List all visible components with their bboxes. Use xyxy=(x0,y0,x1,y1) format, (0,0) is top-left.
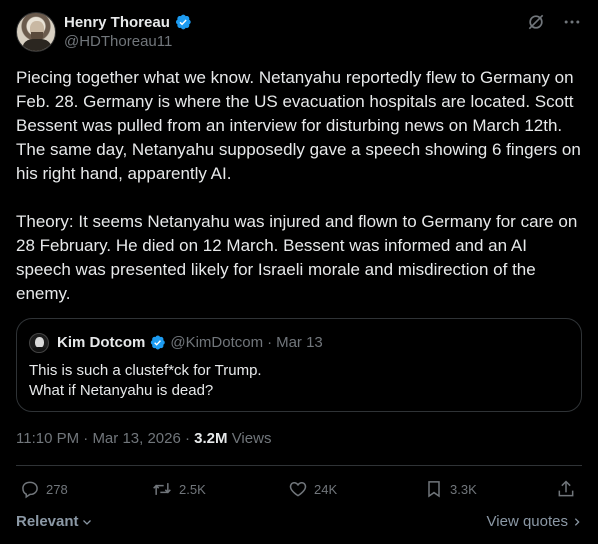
chevron-right-icon xyxy=(574,517,580,526)
bookmark-count: 3.3K xyxy=(450,481,477,497)
tweet: Henry Thoreau @HDThoreau11 Piecing toget… xyxy=(0,0,598,544)
share-button[interactable] xyxy=(556,479,576,499)
header-actions xyxy=(526,12,582,32)
quote-header: Kim Dotcom @KimDotcom · Mar 13 xyxy=(57,334,323,351)
more-icon[interactable] xyxy=(562,12,582,32)
meta-separator: · xyxy=(185,430,190,447)
view-quotes-label: View quotes xyxy=(486,513,568,530)
share-icon xyxy=(558,480,574,497)
views-label: Views xyxy=(231,430,272,447)
like-button[interactable]: 24K xyxy=(288,479,337,499)
divider xyxy=(16,465,582,466)
views-count: 3.2M xyxy=(194,430,228,447)
repost-icon xyxy=(153,483,171,495)
reply-count: 278 xyxy=(46,481,68,497)
action-bar: 278 2.5K 24K 3.3K xyxy=(16,479,582,503)
tweet-date[interactable]: Mar 13, 2026 xyxy=(92,430,180,447)
sort-label: Relevant xyxy=(16,513,79,530)
like-count: 24K xyxy=(314,481,338,497)
reply-button[interactable]: 278 xyxy=(20,479,68,499)
verified-badge-icon[interactable] xyxy=(174,13,192,31)
quote-line: This is such a clustef*ck for Trump. xyxy=(29,362,262,379)
view-quotes-link[interactable]: View quotes xyxy=(487,513,582,530)
verified-badge-icon xyxy=(149,334,166,351)
chevron-down-icon xyxy=(82,519,91,525)
quote-line: What if Netanyahu is dead? xyxy=(29,382,214,399)
quote-avatar-body xyxy=(32,347,47,352)
quote-author-name: Kim Dotcom xyxy=(57,334,146,351)
quote-text: This is such a clustef*ck for Trump. Wha… xyxy=(29,361,262,401)
author-handle[interactable]: @HDThoreau11 xyxy=(64,33,172,50)
tweet-meta: 11:10 PM · Mar 13, 2026 · 3.2M Views xyxy=(16,430,271,447)
sort-dropdown[interactable]: Relevant xyxy=(16,513,93,530)
meta-separator: · xyxy=(83,430,89,447)
bookmark-button[interactable]: 3.3K xyxy=(424,479,477,499)
bookmark-icon xyxy=(428,481,440,498)
repost-count: 2.5K xyxy=(179,481,206,497)
heart-icon xyxy=(289,481,307,497)
tweet-paragraph: Piecing together what we know. Netanyahu… xyxy=(16,68,581,183)
tweet-text: Piecing together what we know. Netanyahu… xyxy=(16,66,582,306)
avatar-coat xyxy=(23,39,51,51)
quoted-tweet[interactable]: Kim Dotcom @KimDotcom · Mar 13 This is s… xyxy=(16,318,582,412)
tweet-time[interactable]: 11:10 PM xyxy=(16,430,79,447)
quote-author-handle: @KimDotcom xyxy=(170,334,264,351)
grok-icon[interactable] xyxy=(526,12,546,32)
author-display-name[interactable]: Henry Thoreau xyxy=(64,14,170,31)
tweet-paragraph: Theory: It seems Netanyahu was injured a… xyxy=(16,212,578,303)
reply-icon xyxy=(22,481,38,499)
quote-author-avatar xyxy=(29,333,49,353)
quote-separator: · xyxy=(267,334,273,351)
author-name-row: Henry Thoreau xyxy=(64,13,192,31)
repost-button[interactable]: 2.5K xyxy=(151,479,206,499)
author-avatar[interactable] xyxy=(16,12,56,52)
quote-date: Mar 13 xyxy=(276,334,323,351)
